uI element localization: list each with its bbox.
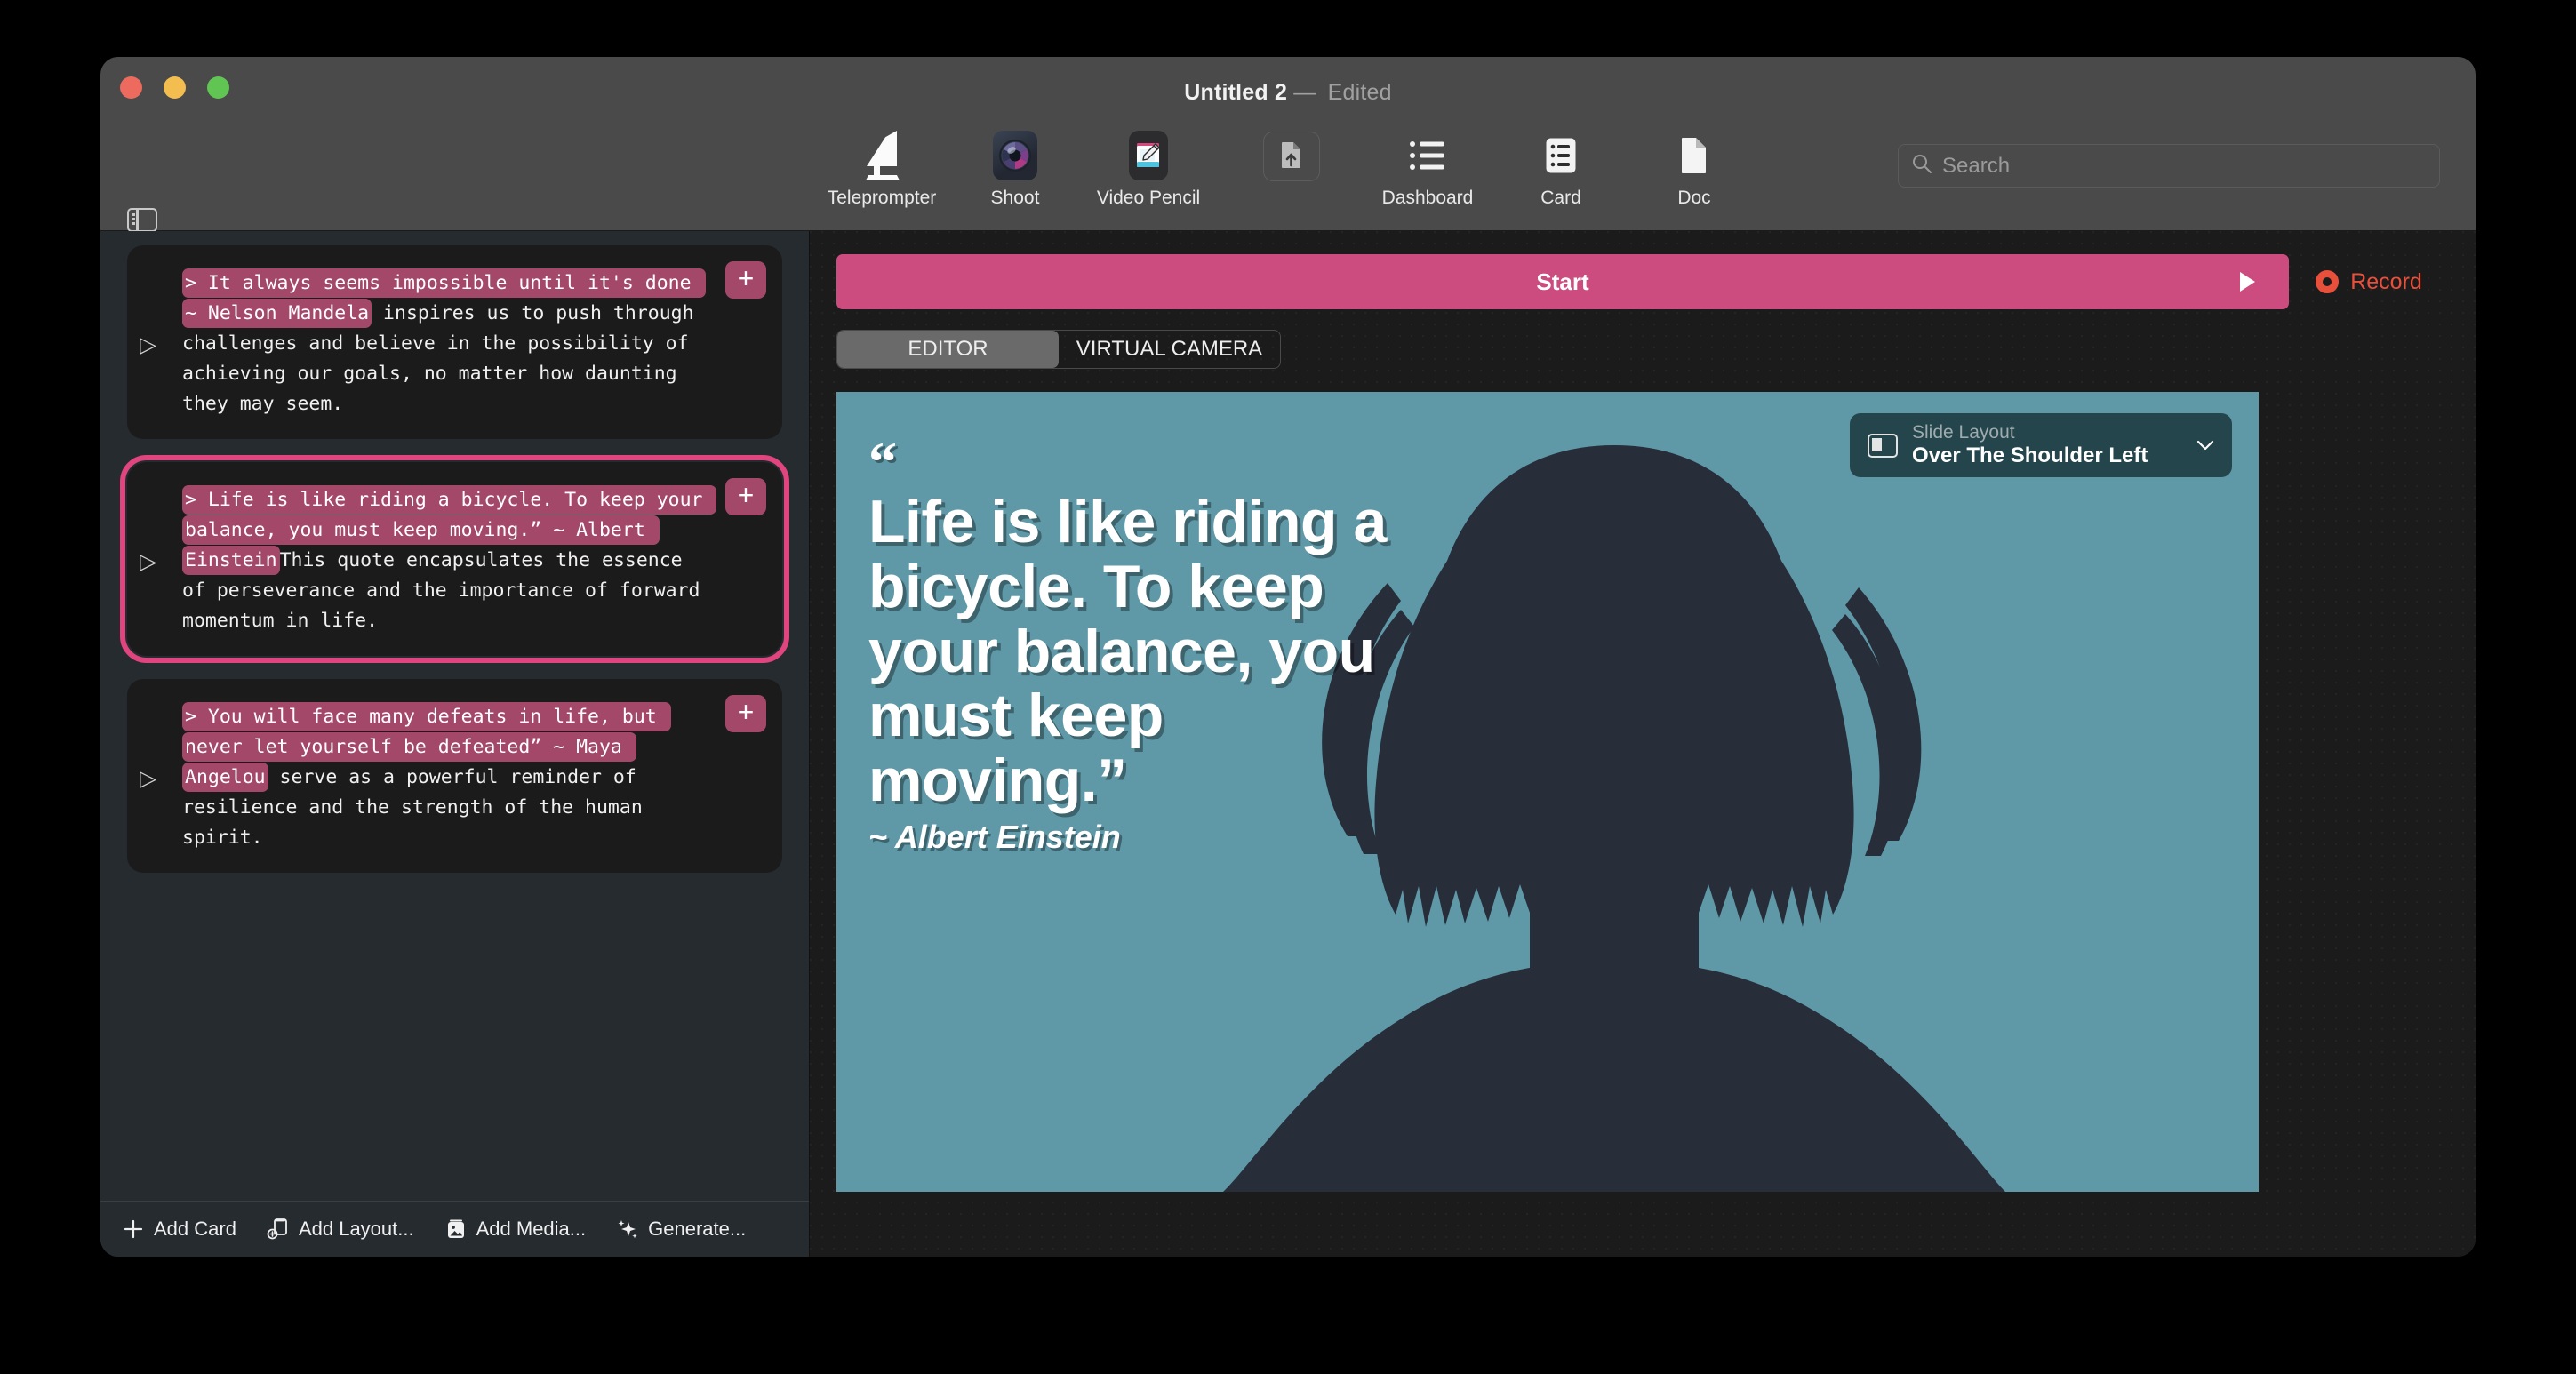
add-media-label: Add Media... [476, 1218, 587, 1240]
toolbar-group-export [1238, 130, 1345, 181]
layout-stack-icon [267, 1218, 290, 1241]
sidebar-action-bar: Add Card Add Layout... Add Media... Gene… [100, 1201, 809, 1257]
add-layout-button[interactable]: Add Layout... [267, 1218, 414, 1241]
toolbar-group-left: Teleprompter Shoot Video Pencil [815, 130, 1215, 209]
list-item[interactable]: + ▷ > It always seems impossible until i… [127, 245, 782, 439]
add-card-label: Add Card [154, 1218, 236, 1240]
pencil-notepad-icon [1123, 130, 1174, 181]
export-document-icon [1280, 140, 1303, 173]
toolbar-item-doc[interactable]: Doc [1628, 130, 1761, 209]
add-card-button[interactable]: Add Card [122, 1218, 236, 1241]
card-text[interactable]: > It always seems impossible until it's … [182, 268, 711, 419]
plus-icon [122, 1218, 145, 1241]
slide-layout-dropdown[interactable]: Slide Layout Over The Shoulder Left [1850, 413, 2232, 477]
tab-editor[interactable]: EDITOR [837, 331, 1059, 368]
card-list[interactable]: + ▷ > It always seems impossible until i… [100, 231, 809, 1201]
open-quote-mark: “ [868, 430, 897, 493]
search-icon [1911, 153, 1932, 179]
window-body: + ▷ > It always seems impossible until i… [100, 231, 2476, 1257]
disclosure-triangle-icon[interactable]: ▷ [140, 332, 156, 357]
page-title: Untitled 2 — Edited [100, 80, 2476, 106]
view-mode-tabs[interactable]: EDITOR VIRTUAL CAMERA [836, 330, 1281, 369]
toolbar-item-dashboard[interactable]: Dashboard [1361, 130, 1494, 209]
slide-quote-attribution: ~ Albert Einstein [868, 818, 1121, 855]
editor-main: Start Record EDITOR VIRTUAL CAMERA “ Lif… [810, 231, 2476, 1257]
generate-label: Generate... [648, 1218, 747, 1240]
edited-status: Edited [1327, 80, 1392, 105]
list-item[interactable]: + ▷ > You will face many defeats in life… [127, 679, 782, 873]
slide-canvas[interactable]: “ Life is like riding a bicycle. To keep… [836, 392, 2259, 1192]
export-button[interactable] [1263, 132, 1320, 181]
disclosure-triangle-icon[interactable]: ▷ [140, 549, 156, 574]
search-field[interactable]: Search [1898, 144, 2440, 188]
record-button[interactable]: Record [2289, 254, 2449, 309]
document-title: Untitled 2 [1184, 80, 1288, 105]
toolbar-label-card: Card [1540, 188, 1581, 208]
camera-aperture-icon [989, 130, 1041, 181]
app-window: Untitled 2 — Edited Teleprompter Shoot V… [100, 57, 2476, 1257]
toolbar-label-dashboard: Dashboard [1381, 188, 1474, 208]
toolbar-label-video-pencil: Video Pencil [1096, 188, 1201, 208]
chevron-down-icon[interactable] [2195, 435, 2216, 456]
search-placeholder: Search [1942, 153, 2011, 178]
add-to-card-button[interactable]: + [725, 695, 766, 732]
add-layout-label: Add Layout... [298, 1218, 414, 1240]
toolbar-label-doc: Doc [1677, 188, 1711, 208]
slide-layout-icon [1868, 433, 1898, 458]
card-text[interactable]: > Life is like riding a bicycle. To keep… [182, 485, 717, 636]
list-item[interactable]: + ▷ > Life is like riding a bicycle. To … [120, 455, 789, 663]
card-text[interactable]: > You will face many defeats in life, bu… [182, 702, 711, 853]
teleprompter-icon [856, 130, 908, 181]
list-bullets-icon [1402, 130, 1453, 181]
toolbar-group-right: Dashboard Card Doc [1361, 130, 1761, 209]
media-image-icon [444, 1218, 468, 1241]
slide-layout-title: Slide Layout [1912, 422, 2015, 443]
start-label: Start [1536, 268, 1589, 295]
sparkles-icon [616, 1218, 639, 1241]
card-list-icon [1535, 130, 1587, 181]
start-button[interactable]: Start [836, 254, 2289, 309]
tab-virtual-camera[interactable]: VIRTUAL CAMERA [1059, 331, 1280, 368]
add-to-card-button[interactable]: + [725, 478, 766, 515]
desktop-backdrop: Untitled 2 — Edited Teleprompter Shoot V… [0, 0, 2576, 1374]
record-label: Record [2350, 268, 2422, 294]
play-triangle-icon [2240, 272, 2255, 292]
transport-row: Start Record [836, 254, 2449, 309]
add-media-button[interactable]: Add Media... [444, 1218, 587, 1241]
slide-quote-block: “ Life is like riding a bicycle. To keep… [868, 430, 1437, 856]
document-icon [1668, 130, 1720, 181]
toolbar-label-teleprompter: Teleprompter [827, 188, 937, 208]
record-dot-icon [2316, 270, 2340, 293]
search-box[interactable]: Search [1898, 144, 2440, 188]
toolbar-label-shoot: Shoot [990, 188, 1040, 208]
disclosure-triangle-icon[interactable]: ▷ [140, 766, 156, 791]
cards-sidebar: + ▷ > It always seems impossible until i… [100, 231, 810, 1257]
generate-button[interactable]: Generate... [616, 1218, 746, 1241]
add-to-card-button[interactable]: + [725, 261, 766, 299]
slide-quote-text: Life is like riding a bicycle. To keep y… [868, 488, 1387, 814]
title-dash: — [1293, 80, 1316, 105]
window-titlebar: Untitled 2 — Edited Teleprompter Shoot V… [100, 57, 2476, 232]
slide-layout-value: Over The Shoulder Left [1912, 443, 2148, 468]
toolbar-item-card[interactable]: Card [1494, 130, 1628, 209]
toolbar-item-shoot[interactable]: Shoot [948, 130, 1082, 209]
toolbar-item-teleprompter[interactable]: Teleprompter [815, 130, 948, 209]
toolbar-item-video-pencil[interactable]: Video Pencil [1082, 130, 1215, 209]
